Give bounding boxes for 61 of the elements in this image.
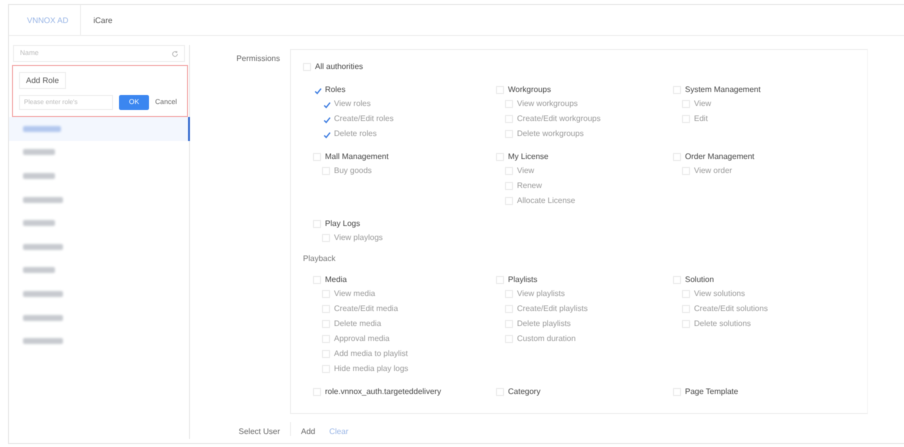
checkbox[interactable]: View roles — [313, 96, 496, 111]
checkbox[interactable]: Custom duration — [496, 331, 673, 346]
field-label: Select User — [238, 426, 281, 436]
checkbox[interactable]: Roles — [313, 83, 496, 96]
checkbox[interactable]: Create/Edit roles — [313, 111, 496, 126]
redacted-text — [23, 220, 55, 226]
redacted-text — [23, 172, 55, 179]
checkbox[interactable]: Hide media play logs — [313, 361, 496, 376]
checkbox[interactable]: View workgroups — [496, 96, 673, 111]
checkbox[interactable]: View — [496, 163, 673, 178]
checkbox[interactable]: Delete media — [313, 316, 496, 331]
checkbox[interactable]: All authorities — [303, 60, 867, 73]
checkbox[interactable]: View playlists — [496, 286, 673, 301]
checkbox[interactable]: View playlogs — [313, 230, 496, 245]
clear-link[interactable]: Clear — [329, 427, 348, 436]
redacted-text — [23, 149, 55, 156]
tab[interactable]: iCare — [81, 5, 124, 35]
add-role-button[interactable]: Add Role — [19, 72, 66, 89]
redacted-text — [23, 196, 63, 203]
checkbox[interactable]: Workgroups — [496, 83, 673, 96]
checkbox[interactable]: Delete roles — [313, 126, 496, 141]
checkbox[interactable]: My License — [496, 150, 673, 163]
checkbox[interactable]: Media — [313, 273, 496, 286]
checkbox[interactable]: View — [673, 96, 853, 111]
redacted-text — [23, 338, 63, 344]
redacted-text — [23, 314, 63, 321]
checkbox[interactable]: Create/Edit playlists — [496, 301, 673, 316]
checkbox[interactable]: Create/Edit media — [313, 301, 496, 316]
checkbox[interactable]: View order — [673, 163, 853, 178]
checkbox[interactable]: Solution — [673, 273, 853, 286]
checkbox[interactable]: View solutions — [673, 286, 853, 301]
checkbox[interactable]: Order Management — [673, 150, 853, 163]
checkbox[interactable]: Playlists — [496, 273, 673, 286]
checkbox[interactable]: Create/Edit workgroups — [496, 111, 673, 126]
checkbox[interactable]: role.vnnox_auth.targeteddelivery — [313, 385, 496, 398]
add-link[interactable]: Add — [301, 427, 316, 436]
checkbox[interactable]: Add media to playlist — [313, 346, 496, 361]
checkbox[interactable]: Delete playlists — [496, 316, 673, 331]
checkbox[interactable]: Mall Management — [313, 150, 496, 163]
redacted-text — [23, 267, 55, 274]
checkbox[interactable]: System Management — [673, 83, 853, 96]
checkbox[interactable]: Edit — [673, 111, 853, 126]
checkbox[interactable]: Approval media — [313, 331, 496, 346]
checkbox[interactable]: View media — [313, 286, 496, 301]
redacted-text — [23, 244, 63, 250]
refresh-icon[interactable] — [171, 50, 179, 58]
field-label: Permissions — [235, 53, 281, 65]
section-title: Playback — [303, 254, 336, 263]
checkbox[interactable]: Delete workgroups — [496, 126, 673, 141]
checkbox[interactable]: Category — [496, 385, 673, 398]
checkbox[interactable]: Buy goods — [313, 163, 496, 178]
checkbox[interactable]: Play Logs — [313, 217, 496, 230]
redacted-text — [23, 126, 61, 132]
checkbox[interactable]: Allocate License — [496, 193, 673, 208]
redacted-text — [23, 290, 63, 297]
checkbox[interactable]: Page Template — [673, 385, 853, 398]
checkbox[interactable]: Create/Edit solutions — [673, 301, 853, 316]
role-list-item[interactable] — [9, 117, 190, 141]
checkbox[interactable]: Delete solutions — [673, 316, 853, 331]
tab[interactable]: VNNOX AD — [15, 5, 82, 35]
checkbox[interactable]: Renew — [496, 178, 673, 193]
